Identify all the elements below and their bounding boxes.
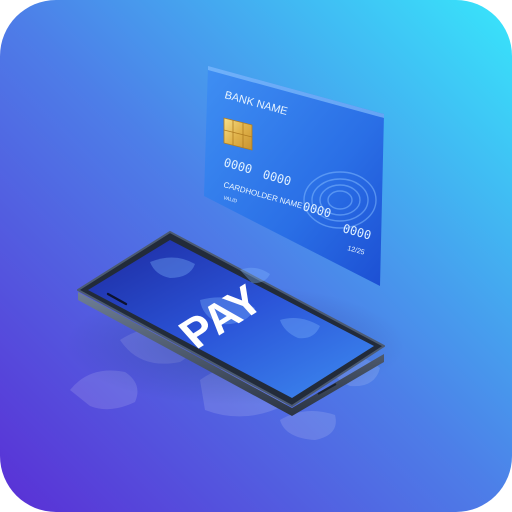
app-icon: BANK NAME 0000 0000 0000 0000 CARDHOLDER… bbox=[0, 0, 512, 512]
icon-artwork: BANK NAME 0000 0000 0000 0000 CARDHOLDER… bbox=[0, 0, 512, 512]
icon-background bbox=[0, 0, 512, 512]
